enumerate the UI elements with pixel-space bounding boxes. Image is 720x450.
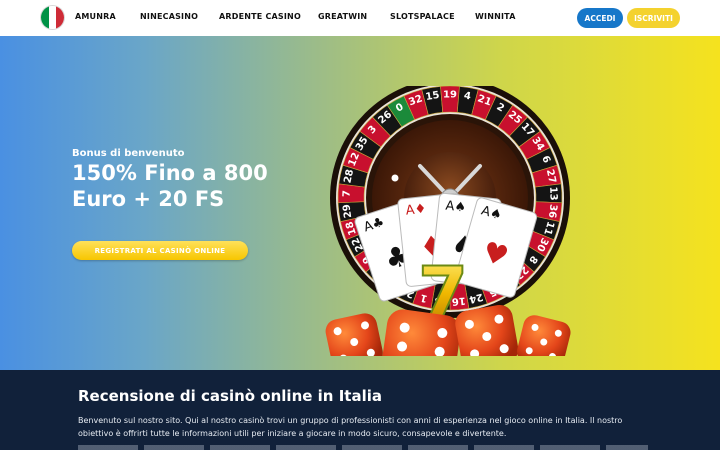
wheel-number: 7	[341, 190, 352, 197]
nav-link-ardente-casino[interactable]: ARDENTE CASINO	[219, 12, 301, 21]
svg-text:A♠: A♠	[445, 199, 467, 216]
review-title: Recensione di casinò online in Italia	[78, 387, 382, 405]
flag-white-stripe	[48, 6, 57, 29]
nav-link-greatwin[interactable]: GREATWIN	[318, 12, 367, 21]
signup-button[interactable]: ISCRIVITI	[627, 8, 680, 28]
nav-link-slotspalace[interactable]: SLOTSPALACE	[390, 12, 455, 21]
bonus-kicker: Bonus di benvenuto	[72, 148, 185, 159]
wheel-number: 13	[547, 186, 559, 200]
hero-banner: Bonus di benvenuto 150% Fino a 800 Euro …	[0, 36, 720, 370]
site-header: AMUNRA NINECASINO ARDENTE CASINO GREATWI…	[0, 0, 720, 36]
flag-green-stripe	[41, 6, 49, 29]
nav-link-ninecasino[interactable]: NINECASINO	[140, 12, 198, 21]
roulette-cards-dice-icon: 3215194212251734627133611308231052416331…	[325, 86, 571, 356]
review-intro-text: Benvenuto sul nostro sito. Qui al nostro…	[78, 416, 623, 438]
svg-text:A♦: A♦	[405, 201, 427, 218]
wheel-number: 36	[546, 203, 559, 218]
flag-red-stripe	[56, 6, 64, 29]
bonus-title: 150% Fino a 800 Euro + 20 FS	[72, 161, 268, 211]
wheel-number: 29	[341, 203, 354, 218]
review-section: Recensione di casinò online in Italia Be…	[0, 370, 720, 450]
wheel-number: 19	[443, 90, 457, 101]
review-more-text-cutoff	[78, 445, 648, 450]
register-cta-button[interactable]: REGISTRATI AL CASINÒ ONLINE	[72, 241, 248, 260]
login-button[interactable]: ACCEDI	[577, 8, 623, 28]
wheel-number: 15	[425, 90, 441, 103]
nav-link-winnita[interactable]: WINNITA	[475, 12, 516, 21]
italy-flag-icon[interactable]	[41, 6, 64, 29]
nav-link-amunra[interactable]: AMUNRA	[75, 12, 116, 21]
